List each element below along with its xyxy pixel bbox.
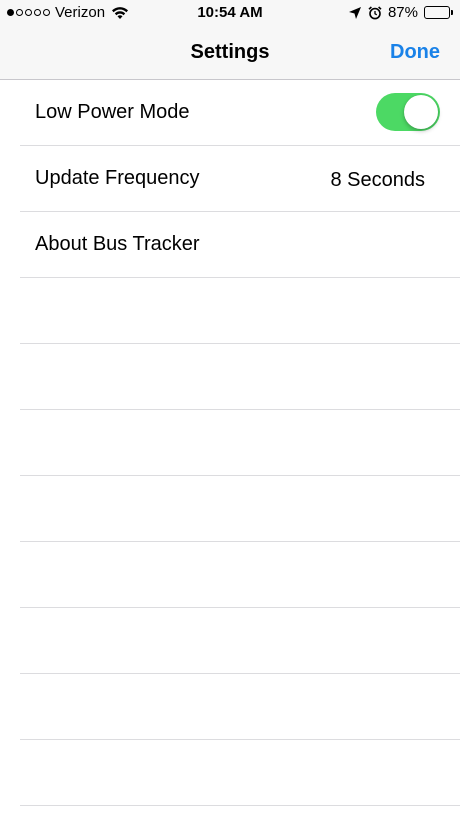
settings-row-update-frequency[interactable]: Update Frequency 8 Seconds <box>20 146 460 212</box>
update-frequency-label: Update Frequency <box>35 167 200 189</box>
empty-table-row <box>20 410 460 476</box>
location-arrow-icon <box>348 6 362 20</box>
done-button[interactable]: Done <box>390 26 440 78</box>
status-bar-left: Verizon <box>7 4 129 21</box>
empty-table-row <box>20 674 460 740</box>
wifi-icon <box>111 6 129 20</box>
about-bus-tracker-label: About Bus Tracker <box>35 233 200 255</box>
navigation-bar: Settings Done <box>0 26 460 80</box>
settings-table: Low Power Mode Update Frequency 8 Second… <box>0 80 460 806</box>
settings-row-low-power-mode: Low Power Mode <box>20 80 460 146</box>
low-power-mode-toggle[interactable] <box>376 93 440 131</box>
battery-icon <box>424 6 454 20</box>
update-frequency-value: 8 Seconds <box>330 169 425 191</box>
empty-table-row <box>20 542 460 608</box>
toggle-knob <box>404 95 438 129</box>
empty-table-row <box>20 344 460 410</box>
battery-percent: 87% <box>387 4 418 21</box>
alarm-clock-icon <box>368 5 382 20</box>
low-power-mode-label: Low Power Mode <box>35 101 190 123</box>
status-bar-right: 87% <box>348 4 454 21</box>
status-bar: Verizon 10:54 AM 87% <box>0 0 460 26</box>
settings-row-about-bus-tracker[interactable]: About Bus Tracker <box>20 212 460 278</box>
empty-table-row <box>20 278 460 344</box>
empty-table-row <box>20 740 460 806</box>
empty-table-row <box>20 476 460 542</box>
signal-strength-icon <box>7 9 50 16</box>
carrier-name: Verizon <box>55 4 106 21</box>
empty-table-row <box>20 608 460 674</box>
